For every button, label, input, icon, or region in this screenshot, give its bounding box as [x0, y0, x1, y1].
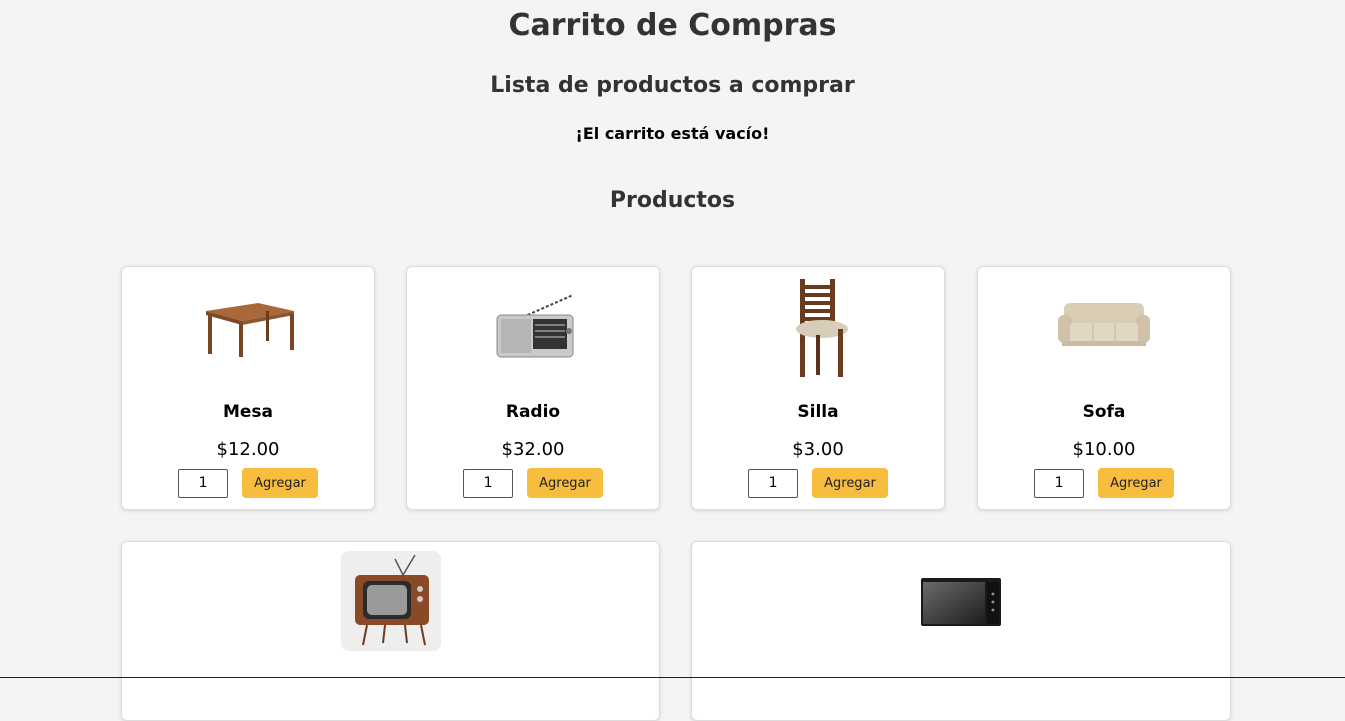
radio-image [407, 289, 659, 364]
microwave-image [692, 576, 1230, 628]
product-name: Mesa [222, 402, 274, 422]
empty-cart-message: ¡El carrito está vacío! [575, 124, 770, 143]
sofa-image [978, 297, 1230, 352]
product-card-silla: Silla $3.00 Agregar [691, 266, 945, 510]
product-price: $12.00 [216, 439, 280, 460]
quantity-input[interactable] [1034, 468, 1085, 498]
product-price: $3.00 [792, 439, 844, 460]
quantity-input[interactable] [748, 468, 799, 498]
product-price: $10.00 [1072, 439, 1136, 460]
cart-subtitle: Lista de productos a comprar [490, 73, 855, 98]
chair-image [692, 277, 944, 379]
quantity-input[interactable] [178, 468, 229, 498]
product-card-tv [121, 541, 660, 721]
add-button[interactable]: Agregar [527, 468, 603, 498]
products-heading: Productos [609, 188, 736, 213]
tv-image [122, 551, 659, 651]
add-button[interactable]: Agregar [1098, 468, 1174, 498]
product-card-radio: Radio $32.00 Agregar [406, 266, 660, 510]
product-card-microwave [691, 541, 1231, 721]
add-button[interactable]: Agregar [242, 468, 318, 498]
product-price: $32.00 [501, 439, 565, 460]
quantity-input[interactable] [463, 468, 514, 498]
table-image [122, 289, 374, 359]
product-name: Sofa [1082, 402, 1126, 422]
product-card-sofa: Sofa $10.00 Agregar [977, 266, 1231, 510]
product-name: Silla [797, 402, 839, 422]
product-card-mesa: Mesa $12.00 Agregar [121, 266, 375, 510]
add-button[interactable]: Agregar [812, 468, 888, 498]
product-name: Radio [505, 402, 561, 422]
page-title: Carrito de Compras [508, 8, 837, 43]
